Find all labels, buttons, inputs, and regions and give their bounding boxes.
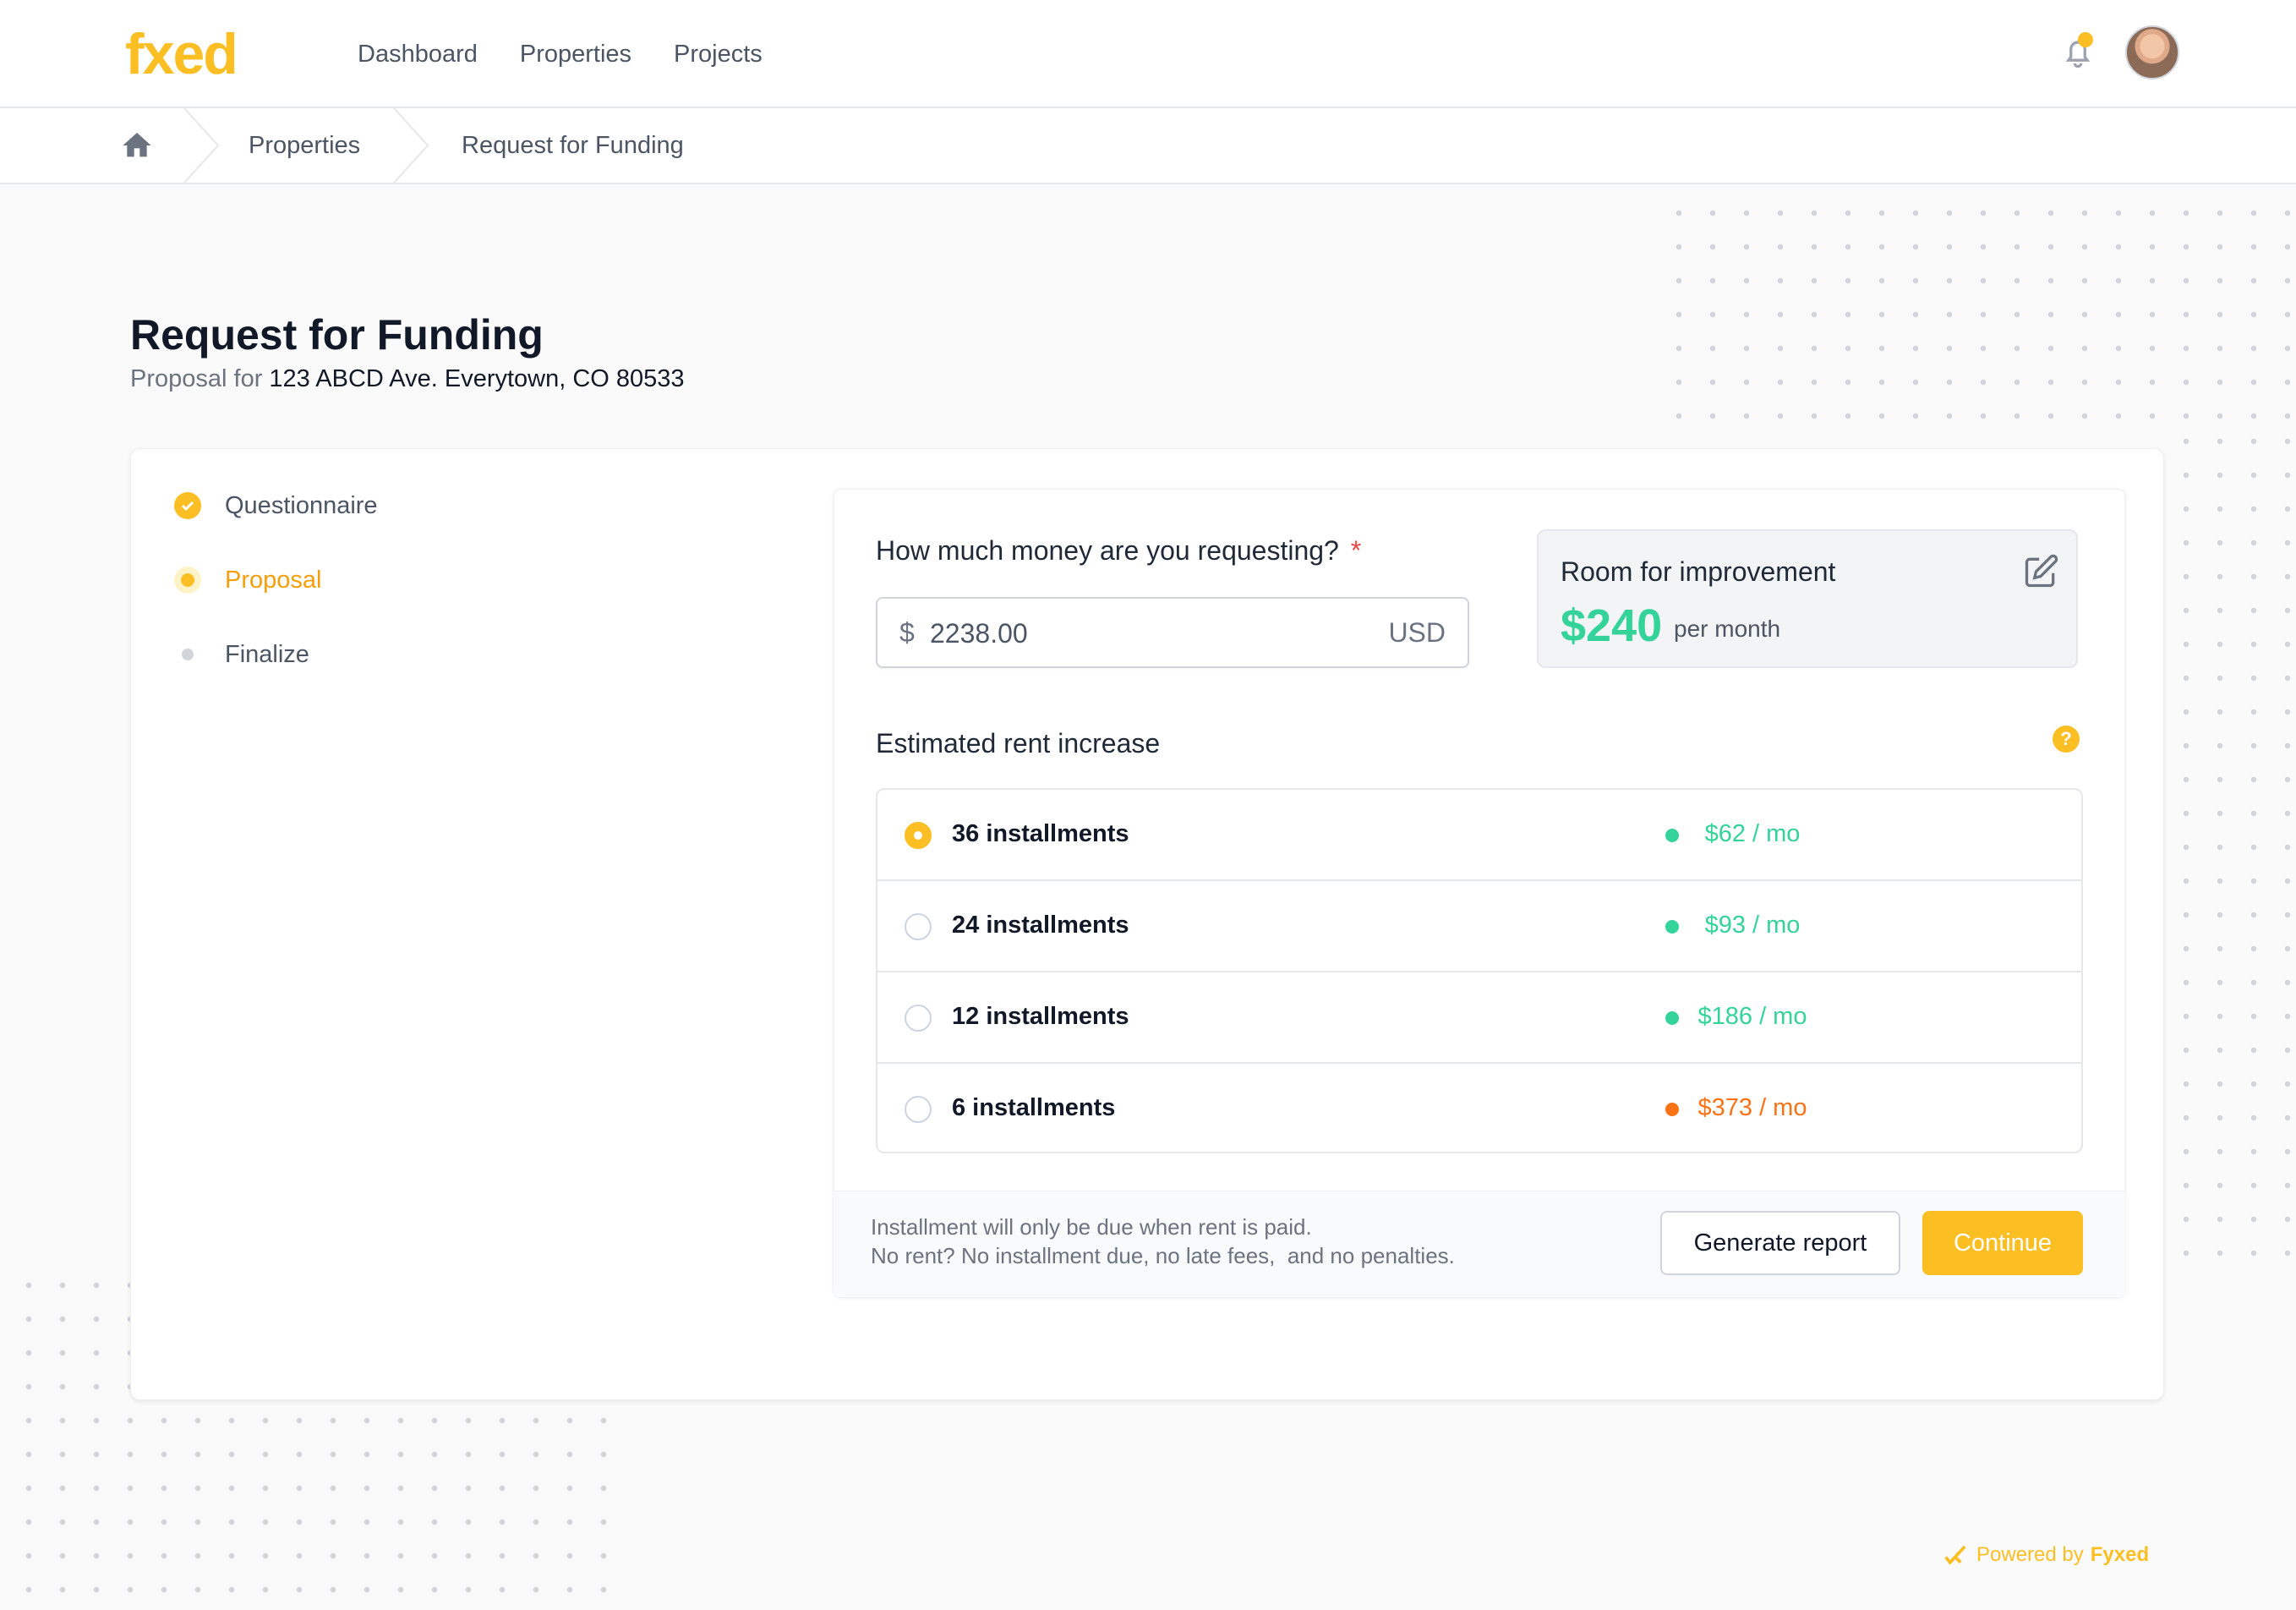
option-label: 12 installments bbox=[952, 1003, 1129, 1030]
main-nav: Dashboard Properties Projects bbox=[358, 37, 763, 71]
room-period: per month bbox=[1674, 616, 1781, 642]
option-price: $373 / mo bbox=[1697, 1094, 1807, 1121]
subtitle-prefix: Proposal for bbox=[130, 365, 263, 392]
step-label: Questionnaire bbox=[225, 492, 378, 519]
option-label: 6 installments bbox=[952, 1094, 1116, 1121]
installment-option-36[interactable]: 36 installments $62 / mo bbox=[877, 790, 2081, 881]
page-title: Request for Funding bbox=[130, 311, 544, 359]
edit-icon[interactable] bbox=[2022, 553, 2059, 590]
breadcrumb: Properties Request for Funding bbox=[0, 108, 2296, 184]
generate-report-button[interactable]: Generate report bbox=[1660, 1211, 1900, 1275]
step-proposal[interactable]: Proposal bbox=[174, 563, 321, 597]
estimate-label: Estimated rent increase bbox=[876, 728, 1161, 758]
nav-dashboard[interactable]: Dashboard bbox=[358, 37, 478, 71]
option-label: 36 installments bbox=[952, 820, 1129, 847]
status-dot bbox=[1665, 920, 1679, 934]
dot-pattern bbox=[2169, 424, 2296, 1270]
amount-question: How much money are you requesting? * bbox=[876, 533, 1361, 568]
chevron-right-icon bbox=[393, 108, 429, 183]
radio-unselected[interactable] bbox=[905, 1096, 932, 1123]
nav-properties[interactable]: Properties bbox=[520, 37, 631, 71]
step-questionnaire[interactable]: Questionnaire bbox=[174, 489, 378, 523]
powered-by[interactable]: Powered by Fyxed bbox=[1943, 1541, 2149, 1569]
note-line-1: Installment will only be due when rent i… bbox=[871, 1214, 1312, 1240]
amount-input[interactable] bbox=[930, 612, 1353, 654]
property-address: 123 ABCD Ave. Everytown, CO 80533 bbox=[269, 365, 685, 392]
step-finalize[interactable]: Finalize bbox=[174, 638, 309, 671]
top-header: fxed Dashboard Properties Projects bbox=[0, 0, 2296, 108]
option-price: $62 / mo bbox=[1704, 820, 1801, 847]
home-icon[interactable] bbox=[120, 129, 154, 162]
step-label: Finalize bbox=[225, 641, 309, 668]
currency-unit: USD bbox=[1388, 617, 1446, 648]
installment-option-12[interactable]: 12 installments $186 / mo bbox=[877, 972, 2081, 1064]
amount-field[interactable]: $ USD bbox=[876, 597, 1469, 668]
radio-unselected[interactable] bbox=[905, 913, 932, 940]
step-label: Proposal bbox=[225, 567, 322, 594]
nav-projects[interactable]: Projects bbox=[674, 37, 763, 71]
continue-button[interactable]: Continue bbox=[1922, 1211, 2083, 1275]
room-title: Room for improvement bbox=[1561, 556, 1836, 587]
status-dot bbox=[1665, 1103, 1679, 1116]
amount-question-text: How much money are you requesting? bbox=[876, 535, 1339, 566]
breadcrumb-current: Request for Funding bbox=[462, 132, 684, 159]
chevron-right-icon bbox=[183, 108, 220, 183]
option-price: $93 / mo bbox=[1704, 912, 1801, 939]
help-icon[interactable]: ? bbox=[2053, 726, 2080, 753]
avatar[interactable] bbox=[2125, 25, 2179, 79]
radio-unselected[interactable] bbox=[905, 1005, 932, 1032]
installment-note: Installment will only be due when rent i… bbox=[871, 1213, 1455, 1270]
dot-pattern bbox=[12, 1268, 139, 1412]
dot-pattern bbox=[1662, 196, 2296, 424]
option-price: $186 / mo bbox=[1697, 1003, 1807, 1030]
notification-badge bbox=[2078, 32, 2093, 47]
room-for-improvement-card: Room for improvement $240 per month bbox=[1537, 529, 2078, 668]
powered-prefix: Powered by bbox=[1976, 1543, 2084, 1566]
radio-selected[interactable] bbox=[905, 822, 932, 849]
fyxed-logo-icon bbox=[1944, 1545, 1966, 1565]
option-label: 24 installments bbox=[952, 912, 1129, 939]
pending-step-icon bbox=[174, 641, 201, 668]
check-icon bbox=[174, 492, 201, 519]
installment-option-6[interactable]: 6 installments $373 / mo bbox=[877, 1064, 2081, 1152]
page-subtitle: Proposal for 123 ABCD Ave. Everytown, CO… bbox=[130, 362, 685, 396]
powered-brand: Fyxed bbox=[2090, 1543, 2150, 1566]
installment-options: 36 installments $62 / mo 24 installments… bbox=[876, 788, 2083, 1153]
current-step-icon bbox=[174, 567, 201, 594]
logo[interactable]: fxed bbox=[125, 20, 238, 88]
breadcrumb-properties[interactable]: Properties bbox=[249, 129, 360, 162]
status-dot bbox=[1665, 1011, 1679, 1025]
currency-symbol: $ bbox=[899, 617, 915, 648]
installment-option-24[interactable]: 24 installments $93 / mo bbox=[877, 881, 2081, 972]
status-dot bbox=[1665, 829, 1679, 842]
note-line-2: No rent? No installment due, no late fee… bbox=[871, 1243, 1455, 1268]
dot-pattern bbox=[12, 1404, 620, 1603]
room-value: $240 bbox=[1561, 600, 1663, 651]
required-mark: * bbox=[1350, 535, 1362, 566]
